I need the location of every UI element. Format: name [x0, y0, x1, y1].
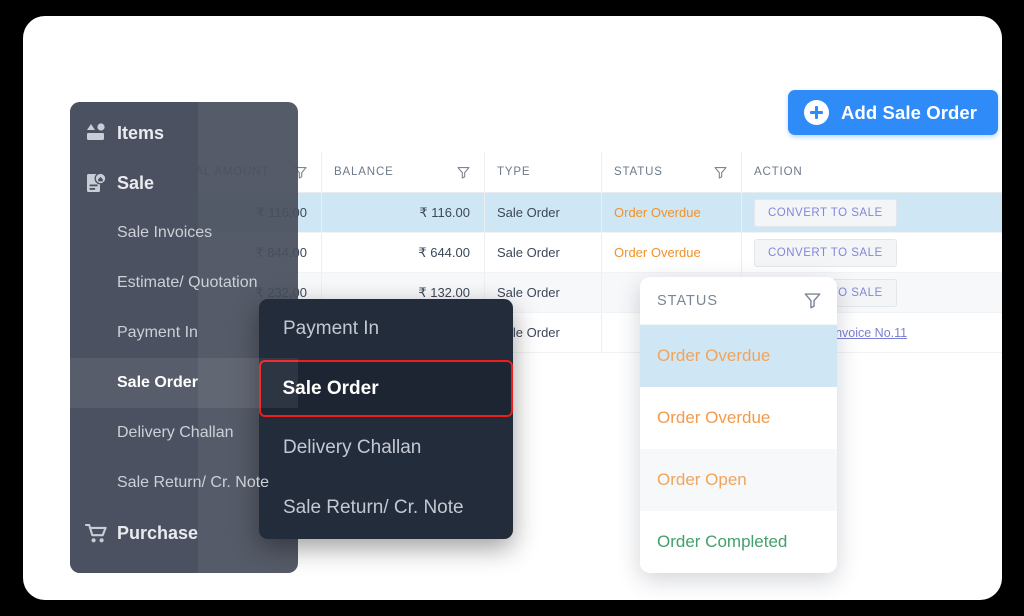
sidebar-item-items[interactable]: Items [70, 108, 298, 158]
status-filter-popup: STATUS Order Overdue Order Overdue Order… [640, 277, 837, 573]
cart-icon [85, 523, 117, 544]
app-card: Add Sale Order PARTY TOTAL AMOUNT BALANC… [23, 16, 1002, 600]
column-header-type: TYPE [484, 152, 601, 192]
status-option-order-overdue[interactable]: Order Overdue [640, 387, 837, 449]
sidebar-item-sale-order[interactable]: Sale Order [70, 358, 298, 408]
status-option-label: Order Overdue [657, 346, 771, 365]
sidebar-item-payment-in[interactable]: Payment In [70, 308, 298, 358]
plus-circle-icon [804, 100, 829, 125]
sidebar-item-sale-invoices[interactable]: Sale Invoices [70, 208, 298, 258]
cell-type: Sale Order [484, 193, 601, 232]
status-option-label: Order Overdue [657, 408, 771, 427]
status-filter-header: STATUS [640, 277, 837, 325]
add-sale-order-label: Add Sale Order [841, 101, 978, 123]
sale-doc-icon [85, 172, 117, 194]
cell-type: Sale Order [484, 233, 601, 272]
sidebar-item-sale-return-cr-note[interactable]: Sale Return/ Cr. Note [70, 458, 298, 508]
sidebar-item-sale[interactable]: Sale [70, 158, 298, 208]
sidebar-label: Purchase [117, 522, 199, 543]
status-option-label: Order Open [657, 470, 747, 489]
sidebar-label: Estimate/ Quotation [117, 274, 258, 291]
cell-status: Order Overdue [601, 233, 741, 272]
sidebar-label: Items [117, 122, 165, 143]
sidebar-label: Payment In [117, 324, 198, 341]
funnel-icon[interactable] [714, 166, 727, 179]
column-header-balance: BALANCE [321, 152, 484, 192]
status-option-label: Order Completed [657, 532, 788, 551]
context-menu-label: Sale Return/ Cr. Note [283, 497, 464, 518]
items-icon [85, 123, 117, 143]
funnel-icon[interactable] [804, 292, 821, 309]
column-header-action: ACTION [741, 152, 1002, 192]
cell-action: CONVERT TO SALE [741, 233, 1002, 272]
sidebar-label: Sale Order [117, 374, 198, 391]
funnel-icon[interactable] [457, 166, 470, 179]
cell-action: CONVERT TO SALE [741, 193, 1002, 232]
status-filter-title: STATUS [657, 292, 719, 309]
convert-to-sale-button[interactable]: CONVERT TO SALE [754, 238, 897, 267]
sidebar-label: Sale [117, 172, 155, 193]
cell-status: Order Overdue [601, 193, 741, 232]
sidebar: Items Sale Sale Invoices Estimate/ Quota… [70, 102, 298, 573]
sidebar-item-estimate-quotation[interactable]: Estimate/ Quotation [70, 258, 298, 308]
screenshot-root: Add Sale Order PARTY TOTAL AMOUNT BALANC… [0, 0, 1024, 616]
sidebar-item-delivery-challan[interactable]: Delivery Challan [70, 408, 298, 458]
sidebar-item-purchase[interactable]: Purchase [70, 508, 298, 558]
status-option-order-overdue[interactable]: Order Overdue [640, 325, 837, 387]
convert-to-sale-button[interactable]: CONVERT TO SALE [754, 198, 897, 227]
cell-balance: ₹ 644.00 [321, 233, 484, 272]
cell-balance: ₹ 116.00 [321, 193, 484, 232]
status-option-order-open[interactable]: Order Open [640, 449, 837, 511]
sidebar-label: Delivery Challan [117, 424, 234, 441]
add-sale-order-button[interactable]: Add Sale Order [788, 90, 998, 135]
sidebar-label: Sale Invoices [117, 224, 213, 241]
sidebar-label: Sale Return/ Cr. Note [117, 474, 270, 491]
context-menu-label: Delivery Challan [283, 437, 422, 458]
status-option-order-completed[interactable]: Order Completed [640, 511, 837, 573]
column-header-status: STATUS [601, 152, 741, 192]
